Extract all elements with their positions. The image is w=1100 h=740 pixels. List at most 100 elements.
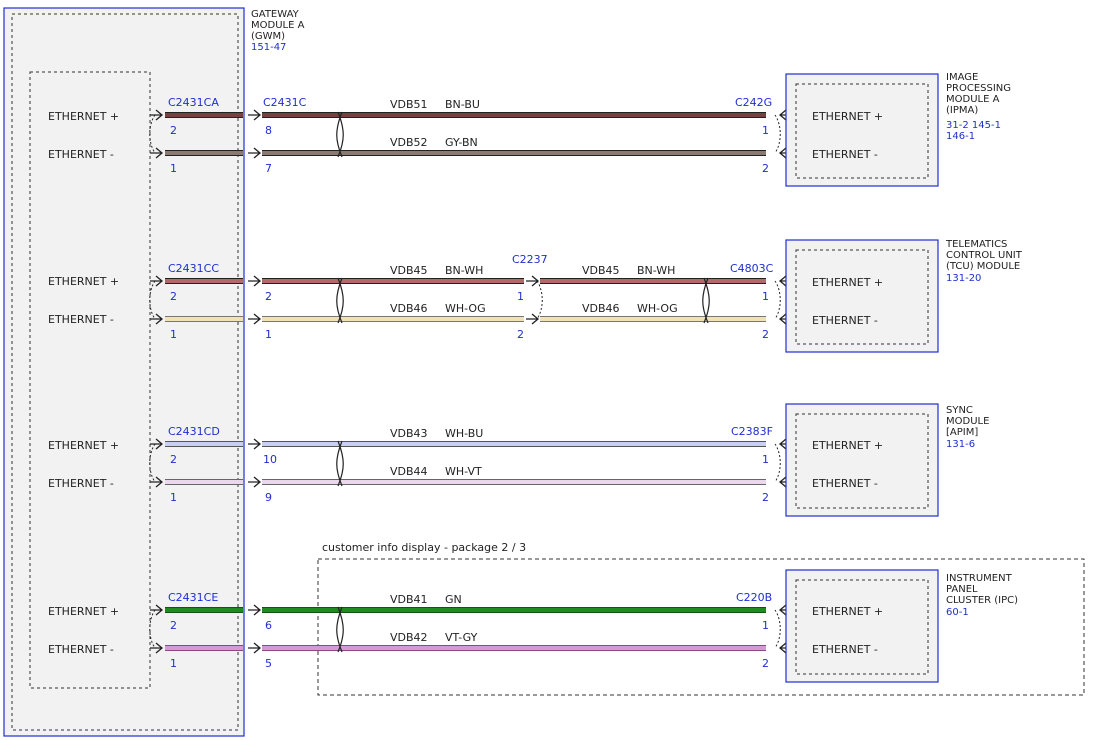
module-ref[interactable]: 131-6: [946, 439, 975, 450]
module-connector-label[interactable]: C2383F: [731, 425, 773, 438]
wire-color: BN-WH: [637, 264, 675, 277]
module-outline: [785, 403, 939, 517]
gwm-connector-label[interactable]: C2431CD: [168, 425, 220, 438]
wire-color: BN-BU: [445, 98, 480, 111]
connector-arrow-icon: [248, 147, 262, 159]
module-connector-label[interactable]: C242G: [735, 96, 772, 109]
connector-arrow-icon: [248, 275, 262, 287]
circuit-id: VDB52: [390, 136, 428, 149]
module-ref[interactable]: 31-2 145-1: [946, 120, 1001, 131]
gateway-module[interactable]: GATEWAY MODULE A (GWM) 151-47 ETHERNET +…: [3, 7, 305, 737]
module-tcu[interactable]: ETHERNET + ETHERNET -: [785, 239, 939, 353]
circuit-ipc: C2431CE 2 1 6 5 VDB41 GN VDB42 VT-GY C22…: [149, 569, 1018, 683]
pin-number: 2: [762, 328, 769, 341]
pin-number: 1: [762, 619, 769, 632]
gwm-connector-label[interactable]: C2431CE: [168, 591, 218, 604]
circuit-id: VDB45: [390, 264, 428, 277]
gateway-ref[interactable]: 151-47: [251, 42, 286, 53]
module-ipma[interactable]: ETHERNET + ETHERNET -: [785, 73, 939, 187]
module-title-line: CONTROL UNIT: [946, 250, 1023, 261]
pin-number: 1: [762, 453, 769, 466]
wire-color: WH-OG: [445, 302, 486, 315]
module-sync[interactable]: ETHERNET + ETHERNET -: [785, 403, 939, 517]
gwm-pin-label: ETHERNET +: [48, 605, 119, 618]
pair-bracket: [774, 280, 781, 320]
module-title-line: TELEMATICS: [945, 239, 1007, 250]
module-outline: [785, 73, 939, 187]
gwm-pin-label: ETHERNET -: [48, 313, 114, 326]
pin-number: 7: [265, 162, 272, 175]
module-ipc[interactable]: ETHERNET + ETHERNET -: [785, 569, 939, 683]
module-pin-label: ETHERNET +: [812, 605, 883, 618]
pin-number: 2: [265, 290, 272, 303]
module-title-line: SYNC: [946, 405, 973, 416]
pair-bracket: [774, 114, 781, 154]
pin-number: 2: [762, 162, 769, 175]
module-title-line: MODULE A: [946, 94, 1000, 105]
module-ref[interactable]: 60-1: [946, 607, 969, 618]
module-pin-label: ETHERNET -: [812, 148, 878, 161]
circuit-id: VDB45: [582, 264, 620, 277]
module-outline: [785, 239, 939, 353]
circuit-sync: C2431CD 2 1 10 9 VDB43 WH-BU VDB44 WH-VT…: [149, 403, 989, 517]
inline-connector-label[interactable]: C2431C: [263, 96, 307, 109]
pin-number: 1: [762, 290, 769, 303]
gwm-pin-label: ETHERNET +: [48, 275, 119, 288]
connector-arrow-icon: [248, 642, 262, 654]
wire-color: WH-BU: [445, 427, 483, 440]
module-pin-label: ETHERNET -: [812, 477, 878, 490]
pair-bracket: [536, 280, 543, 320]
pin-number: 8: [265, 124, 272, 137]
gateway-title-line1: GATEWAY: [251, 9, 300, 20]
gateway-title-line3: (GWM): [251, 31, 285, 42]
module-ref[interactable]: 131-20: [946, 273, 981, 284]
pin-number: 1: [170, 491, 177, 504]
gwm-pin-label: ETHERNET -: [48, 148, 114, 161]
pin-number: 1: [170, 657, 177, 670]
module-connector-label[interactable]: C220B: [736, 591, 772, 604]
circuit-ipma: C2431CA 2 1 C2431C 8 7 VDB51 BN-BU VDB52…: [149, 72, 1011, 187]
gwm-connector-label[interactable]: C2431CA: [168, 96, 219, 109]
circuit-id: VDB43: [390, 427, 428, 440]
module-title-line: INSTRUMENT: [946, 573, 1013, 584]
pair-bracket: [774, 443, 781, 483]
module-ref[interactable]: 146-1: [946, 131, 975, 142]
module-title-line: (TCU) MODULE: [946, 261, 1020, 272]
option-box-label: customer info display - package 2 / 3: [322, 541, 526, 554]
circuit-id: VDB42: [390, 631, 428, 644]
gwm-pin-label: ETHERNET +: [48, 110, 119, 123]
circuit-id: VDB41: [390, 593, 428, 606]
circuit-id: VDB46: [390, 302, 428, 315]
pin-number: 1: [170, 162, 177, 175]
module-connector-label[interactable]: C4803C: [730, 262, 774, 275]
splice-connector-label[interactable]: C2237: [512, 253, 548, 266]
connector-arrow-icon: [248, 476, 262, 488]
connector-arrow-icon: [248, 109, 262, 121]
module-title-line: [APIM]: [946, 427, 978, 438]
gwm-pin-label: ETHERNET -: [48, 477, 114, 490]
connector-arrow-icon: [248, 604, 262, 616]
circuit-id: VDB46: [582, 302, 620, 315]
module-title-line: CLUSTER (IPC): [946, 595, 1018, 606]
wire-color: GN: [445, 593, 462, 606]
pin-number: 2: [170, 619, 177, 632]
gateway-title-line2: MODULE A: [251, 20, 305, 31]
pin-number: 1: [265, 328, 272, 341]
pin-number: 5: [265, 657, 272, 670]
gwm-connector-label[interactable]: C2431CC: [168, 262, 219, 275]
module-title-line: IMAGE: [946, 72, 978, 83]
circuit-tcu: C2431CC 2 1 2 1 VDB45 BN-WH VDB46 WH-OG …: [149, 239, 1023, 353]
pin-number: 2: [170, 290, 177, 303]
pin-number: 9: [265, 491, 272, 504]
module-pin-label: ETHERNET -: [812, 643, 878, 656]
pin-number: 2: [517, 328, 524, 341]
wire-color: BN-WH: [445, 264, 483, 277]
module-title-line: PROCESSING: [946, 83, 1011, 94]
connector-arrow-icon: [248, 313, 262, 325]
gwm-pin-label: ETHERNET -: [48, 643, 114, 656]
module-pin-label: ETHERNET +: [812, 276, 883, 289]
pin-number: 1: [517, 290, 524, 303]
module-pin-label: ETHERNET +: [812, 439, 883, 452]
gwm-pin-label: ETHERNET +: [48, 439, 119, 452]
module-pin-label: ETHERNET +: [812, 110, 883, 123]
